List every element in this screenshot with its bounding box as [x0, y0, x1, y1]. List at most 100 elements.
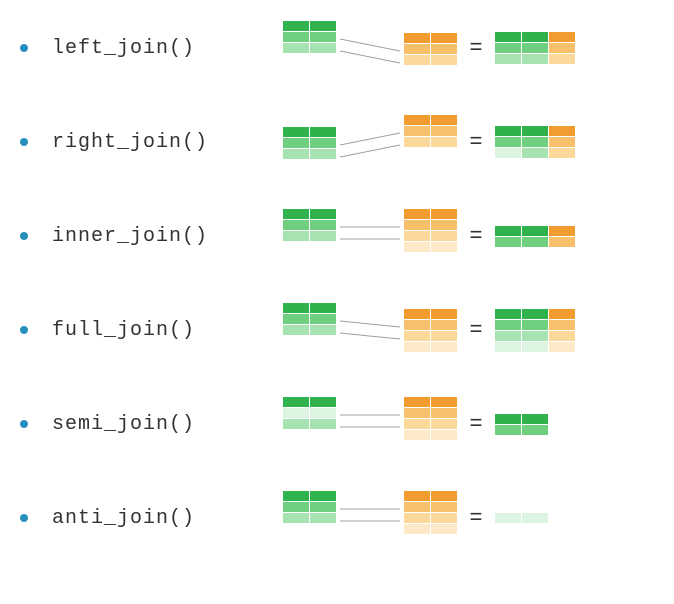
result-table	[494, 31, 576, 65]
table-cell	[283, 513, 309, 523]
table-cell	[549, 309, 575, 319]
table-cell	[549, 320, 575, 330]
table-cell	[404, 491, 430, 501]
table-cell	[404, 430, 430, 440]
join-diagram: =	[282, 208, 576, 264]
table-cell	[522, 54, 548, 64]
table-cell	[495, 148, 521, 158]
table-cell	[310, 502, 336, 512]
join-diagram-list: left_join()=right_join()=inner_join()=fu…	[20, 20, 654, 546]
equals-sign: =	[458, 130, 494, 155]
data-table	[403, 308, 458, 353]
join-function-label: left_join()	[52, 37, 282, 60]
table-cell	[495, 342, 521, 352]
table-cell	[404, 209, 430, 219]
table-cell	[404, 408, 430, 418]
table-cell	[283, 408, 309, 418]
table-cell	[431, 33, 457, 43]
equals-sign: =	[458, 412, 494, 437]
data-table	[282, 208, 337, 242]
bullet-icon	[20, 420, 28, 428]
equals-sign: =	[458, 224, 494, 249]
table-cell	[495, 43, 521, 53]
result-table	[494, 413, 549, 436]
table-cell	[310, 138, 336, 148]
table-cell	[431, 491, 457, 501]
table-cell	[404, 419, 430, 429]
table-cell	[404, 513, 430, 523]
source-tables	[282, 114, 458, 170]
table-cell	[549, 54, 575, 64]
table-cell	[495, 237, 521, 247]
data-table	[494, 125, 576, 159]
join-diagram: =	[282, 396, 549, 452]
equals-sign: =	[458, 36, 494, 61]
table-cell	[549, 226, 575, 236]
table-cell	[283, 220, 309, 230]
table-cell	[310, 397, 336, 407]
table-cell	[431, 408, 457, 418]
bullet-icon	[20, 44, 28, 52]
table-cell	[549, 148, 575, 158]
table-cell	[549, 237, 575, 247]
table-cell	[283, 209, 309, 219]
join-row-full_join: full_join() =	[20, 302, 654, 358]
table-cell	[283, 32, 309, 42]
join-row-inner_join: inner_join()=	[20, 208, 654, 264]
table-cell	[431, 137, 457, 147]
join-row-anti_join: anti_join()=	[20, 490, 654, 546]
table-cell	[431, 342, 457, 352]
table-cell	[283, 325, 309, 335]
join-function-label: right_join()	[52, 131, 282, 154]
table-cell	[404, 44, 430, 54]
table-cell	[431, 44, 457, 54]
table-cell	[431, 513, 457, 523]
table-cell	[549, 126, 575, 136]
table-cell	[522, 342, 548, 352]
table-cell	[404, 342, 430, 352]
join-diagram: =	[282, 114, 576, 170]
data-table	[494, 512, 549, 524]
table-cell	[431, 126, 457, 136]
table-cell	[404, 126, 430, 136]
table-cell	[404, 55, 430, 65]
data-table	[403, 208, 458, 253]
table-cell	[495, 32, 521, 42]
table-cell	[495, 226, 521, 236]
table-cell	[431, 309, 457, 319]
table-cell	[495, 126, 521, 136]
table-cell	[310, 491, 336, 501]
join-diagram: =	[282, 490, 549, 546]
table-cell	[495, 309, 521, 319]
table-cell	[522, 425, 548, 435]
table-cell	[404, 320, 430, 330]
result-table	[494, 308, 576, 353]
table-cell	[404, 524, 430, 534]
table-cell	[522, 320, 548, 330]
table-cell	[522, 43, 548, 53]
join-function-label: full_join()	[52, 319, 282, 342]
data-table	[403, 396, 458, 441]
source-tables	[282, 490, 458, 546]
table-cell	[310, 32, 336, 42]
result-table	[494, 125, 576, 159]
table-cell	[404, 115, 430, 125]
equals-sign: =	[458, 318, 494, 343]
table-cell	[431, 502, 457, 512]
table-cell	[431, 209, 457, 219]
table-cell	[310, 303, 336, 313]
join-function-label: semi_join()	[52, 413, 282, 436]
table-cell	[495, 513, 521, 523]
table-cell	[495, 320, 521, 330]
table-cell	[549, 342, 575, 352]
bullet-icon	[20, 232, 28, 240]
table-cell	[310, 220, 336, 230]
join-row-right_join: right_join() =	[20, 114, 654, 170]
table-cell	[522, 226, 548, 236]
table-cell	[522, 331, 548, 341]
table-cell	[431, 397, 457, 407]
source-tables	[282, 302, 458, 358]
table-cell	[310, 513, 336, 523]
table-cell	[431, 220, 457, 230]
table-cell	[310, 43, 336, 53]
